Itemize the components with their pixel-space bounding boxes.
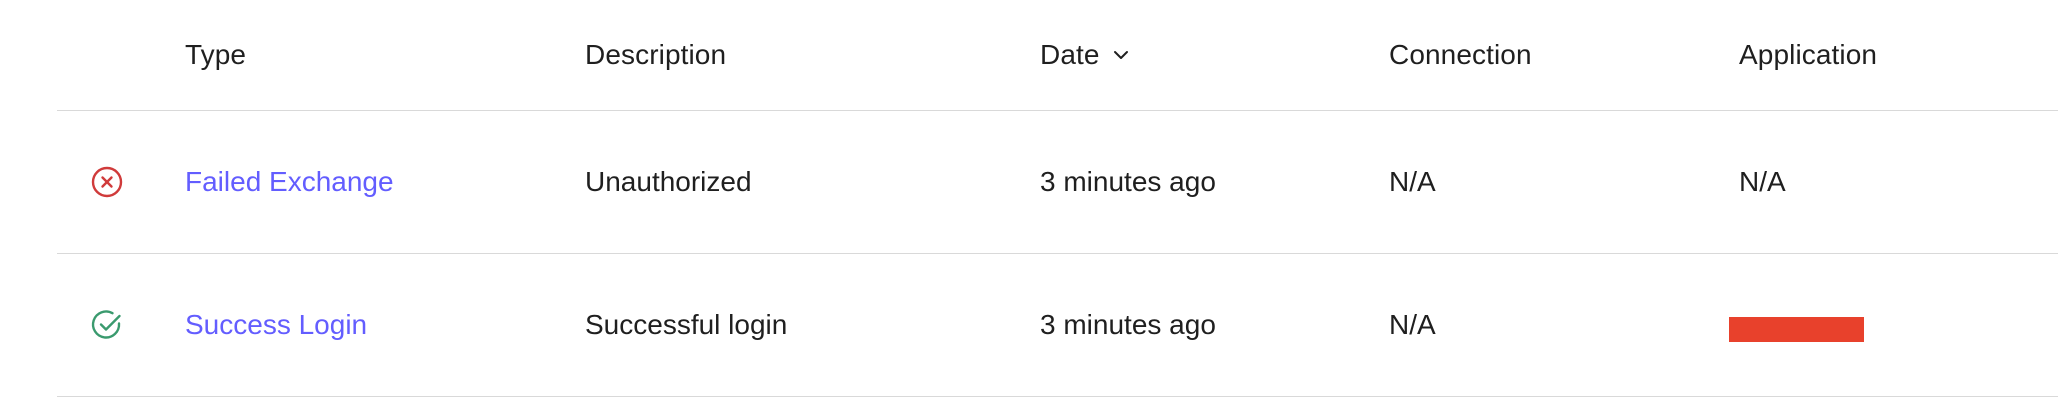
logs-table: Type Description Date Connection Applica…	[57, 0, 2058, 397]
check-circle-icon	[91, 310, 121, 339]
event-connection: N/A	[1389, 309, 1436, 340]
column-header-type: Type	[185, 39, 247, 70]
event-date: 3 minutes ago	[1040, 166, 1216, 197]
table-row[interactable]: Failed Exchange Unauthorized 3 minutes a…	[57, 111, 2058, 254]
x-circle-icon	[91, 166, 123, 198]
table-header: Type Description Date Connection Applica…	[57, 0, 2058, 111]
status-cell	[87, 254, 127, 396]
status-cell	[87, 111, 127, 253]
event-description: Successful login	[585, 309, 788, 340]
event-description: Unauthorized	[585, 166, 752, 197]
event-date: 3 minutes ago	[1040, 309, 1216, 340]
column-header-description: Description	[585, 39, 727, 70]
event-connection: N/A	[1389, 166, 1436, 197]
redaction-bar	[1729, 317, 1864, 342]
table-row[interactable]: Success Login Successful login 3 minutes…	[57, 254, 2058, 397]
event-application: N/A	[1739, 166, 1786, 197]
chevron-down-icon[interactable]	[1110, 44, 1132, 66]
column-header-application: Application	[1739, 39, 1878, 70]
column-header-date[interactable]: Date	[1040, 0, 1132, 110]
column-header-date-label: Date	[1040, 39, 1100, 70]
column-header-connection: Connection	[1389, 39, 1532, 70]
event-type-link[interactable]: Failed Exchange	[185, 111, 394, 253]
event-type-link[interactable]: Success Login	[185, 254, 367, 396]
